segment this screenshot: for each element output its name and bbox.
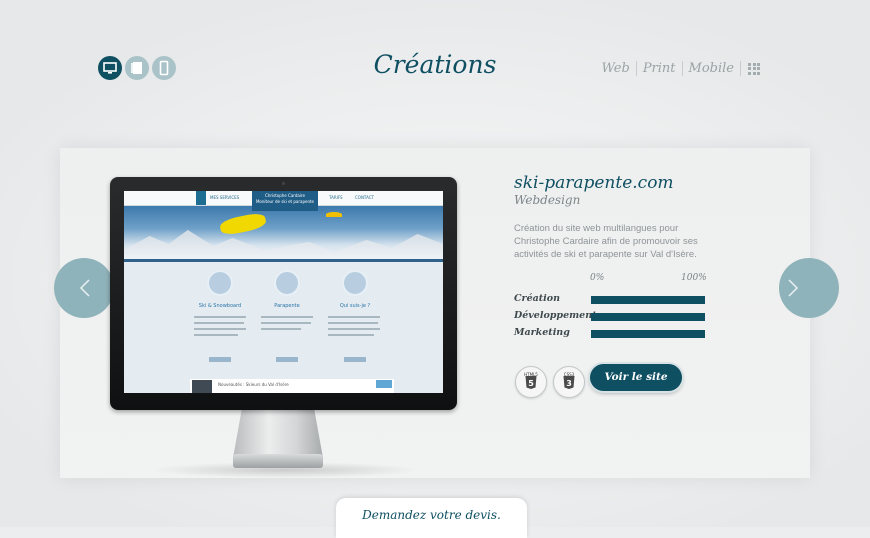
css3-icon: 3 <box>563 376 575 389</box>
chevron-left-icon <box>79 279 90 297</box>
filter-divider <box>740 61 741 76</box>
preview-section-title: Ski & Snowboard <box>198 303 242 309</box>
filter-print[interactable]: Print <box>637 61 682 76</box>
html5-badge: HTML5 5 <box>515 366 547 398</box>
preview-button <box>344 357 366 362</box>
preview-button <box>276 357 298 362</box>
preview-footer: Nouveautés : Skieurs du Val d'Isère <box>190 379 394 393</box>
visit-site-button[interactable]: Voir le site <box>590 364 682 391</box>
project-description: Création du site web multilangues pour C… <box>514 223 698 260</box>
skill-bar <box>591 330 705 338</box>
project-title[interactable]: ski-parapente.com <box>514 173 674 193</box>
previous-button[interactable] <box>54 258 114 318</box>
grid-icon[interactable] <box>748 62 760 75</box>
preview-hero <box>124 206 443 262</box>
monitor-camera <box>282 182 285 185</box>
scale-min-label: 0% <box>590 273 605 283</box>
preview-nav-item: CONTACT <box>355 195 374 200</box>
chevron-right-icon <box>788 279 799 297</box>
preview-section-image <box>207 270 233 296</box>
preview-button <box>209 357 231 362</box>
filter-web[interactable]: Web <box>595 61 635 76</box>
preview-section-title: Parapente <box>274 303 300 309</box>
skill-bar <box>591 313 705 321</box>
site-preview[interactable]: MES SERVICES TARIFS CONTACT Christophe C… <box>124 191 443 393</box>
category-filters: Web Print Mobile <box>595 61 760 76</box>
monitor-stand <box>233 408 323 458</box>
project-category: Webdesign <box>514 193 581 207</box>
preview-section-image <box>342 270 368 296</box>
monitor-base <box>233 454 323 468</box>
skill-label: Développement <box>514 310 597 321</box>
svg-text:3: 3 <box>566 379 572 388</box>
preview-nav-item: MES SERVICES <box>210 195 240 200</box>
monitor: MES SERVICES TARIFS CONTACT Christophe C… <box>110 177 457 410</box>
preview-section-image <box>274 270 300 296</box>
preview-nav-item: TARIFS <box>329 195 343 200</box>
scale-max-label: 100% <box>681 273 707 283</box>
quote-request-button[interactable]: Demandez votre devis. <box>336 498 527 538</box>
skill-label: Marketing <box>514 327 570 338</box>
preview-logo: Christophe Cardaire Moniteur de ski et p… <box>252 191 318 211</box>
skill-label: Création <box>514 293 561 304</box>
skill-bar <box>591 296 705 304</box>
svg-text:5: 5 <box>528 379 534 388</box>
css3-badge: CSS3 3 <box>553 366 585 398</box>
html5-icon: 5 <box>525 376 537 389</box>
preview-section-title: Qui suis-je ? <box>339 303 371 309</box>
filter-mobile[interactable]: Mobile <box>683 61 740 76</box>
next-button[interactable] <box>779 258 839 318</box>
